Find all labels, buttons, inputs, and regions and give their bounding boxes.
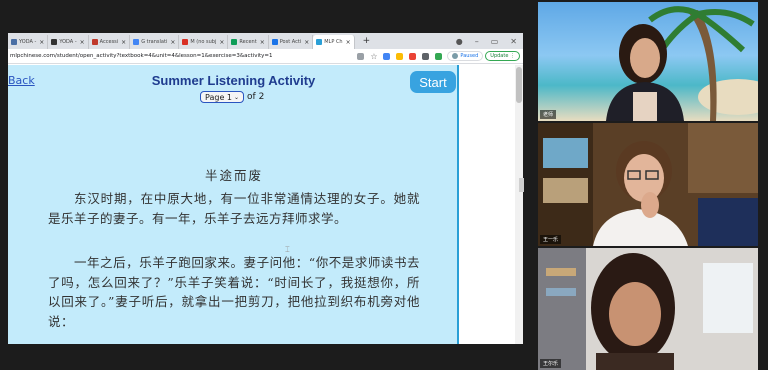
browser-tab[interactable]: YODA - × [48,35,89,49]
avatar [452,53,459,59]
close-tab-icon[interactable]: × [304,39,309,46]
maximize-icon[interactable]: ▭ [485,37,505,46]
web-page: Back Summer Listening Activity Page 1 ⌄ o… [8,65,523,344]
tab-favicon-icon [316,39,323,45]
page-selector: Page 1 ⌄ of 2 [200,91,264,103]
browser-tab[interactable]: Post Acti × [269,35,314,49]
scrollbar[interactable] [515,65,523,344]
story-paragraph: 一年之后，乐羊子跑回家来。妻子问他：“你不是求师读书去了吗，怎么回来了？”乐羊子… [48,255,420,329]
close-tab-icon[interactable]: × [121,39,126,46]
extension-icon[interactable] [409,52,417,60]
close-tab-icon[interactable]: × [346,39,351,46]
page-title: Summer Listening Activity [151,73,316,88]
tab-bar: YODA - × YODA - × Accessi × G translati × M … [8,33,523,49]
participant-video[interactable]: 老师 [538,2,758,121]
tab-label: G translati [141,39,168,45]
tab-favicon-icon [231,39,238,45]
tab-label: M (no subj [190,39,217,45]
participant-video-feed [538,123,758,246]
url-field[interactable]: mlpchinese.com/student/open_activity?tex… [8,53,354,59]
tab-favicon-icon [271,39,278,45]
tab-favicon-icon [133,39,140,45]
close-tab-icon[interactable]: × [80,39,85,46]
close-tab-icon[interactable]: × [170,39,175,46]
participant-name: 老师 [540,110,557,119]
address-bar: mlpchinese.com/student/open_activity?tex… [8,49,523,64]
participant-video[interactable]: 王一乐 [538,123,758,246]
collapse-panel-handle[interactable] [519,178,524,192]
bookmark-star-icon[interactable]: ☆ [370,52,377,60]
update-label: Update [490,53,509,59]
tab-label: YODA - [19,39,37,45]
story-paragraph: 东汉时期，在中原大地，有一位非常通情达理的女子。她就是乐羊子的妻子。有一年，乐羊… [48,191,420,226]
profile-paused-button[interactable]: Paused [447,51,484,61]
close-tab-icon[interactable]: × [39,39,44,46]
browser-tab[interactable]: Accessi × [89,35,131,49]
paused-label: Paused [460,53,479,59]
browser-tab[interactable]: YODA - × [8,35,49,49]
mouse-cursor-icon: ⌶ [285,245,290,254]
scrollbar-thumb[interactable] [516,67,522,103]
browser-tab[interactable]: M (no subj × [179,35,229,49]
participant-video-feed [538,248,753,370]
tab-label: Accessi [99,39,119,45]
activity-panel: Back Summer Listening Activity Page 1 ⌄ o… [8,65,459,344]
tab-favicon-icon [182,39,189,45]
chevron-down-icon: ⌄ [234,93,240,101]
tab-favicon-icon [11,39,17,45]
translate-icon[interactable] [357,52,365,60]
page-dropdown[interactable]: Page 1 ⌄ [200,91,245,103]
participant-name: 王一乐 [540,235,562,244]
browser-tab-active[interactable]: MLP Ch × [313,35,355,49]
browser-tab[interactable]: Recent × [228,35,269,49]
close-tab-icon[interactable]: × [219,39,224,46]
page-count-label: of 2 [247,92,265,102]
close-tab-icon[interactable]: × [260,39,265,46]
story-title: 半途而废 [204,168,263,183]
minimize-icon[interactable]: – [469,37,485,46]
participant-video-feed [606,6,758,121]
tab-label: MLP Ch [324,39,343,45]
extension-icon[interactable] [396,52,404,60]
participant-name: 王尔乐 [540,359,562,368]
browser-tab[interactable]: G translati × [130,35,180,49]
extension-icon[interactable] [383,52,391,60]
extension-icon[interactable] [435,52,443,60]
tab-favicon-icon [91,39,98,45]
browser-window: YODA - × YODA - × Accessi × G translati × M … [8,33,523,344]
participant-video[interactable]: 王尔乐 [538,248,758,370]
tab-label: Recent [239,39,257,45]
update-button[interactable]: Update ⋮ [485,51,520,61]
extension-icon[interactable] [422,52,430,60]
profile-icon[interactable]: ● [450,37,469,46]
start-button[interactable]: Start [410,71,456,93]
page-dropdown-value: Page 1 [205,92,232,102]
new-tab-button[interactable]: + [355,36,379,46]
screen-share: YODA - × YODA - × Accessi × G translati × M … [0,0,768,370]
tab-label: YODA - [59,39,77,45]
tab-label: Post Acti [279,39,302,45]
tab-favicon-icon [51,39,58,45]
close-window-icon[interactable]: ✕ [504,37,523,46]
